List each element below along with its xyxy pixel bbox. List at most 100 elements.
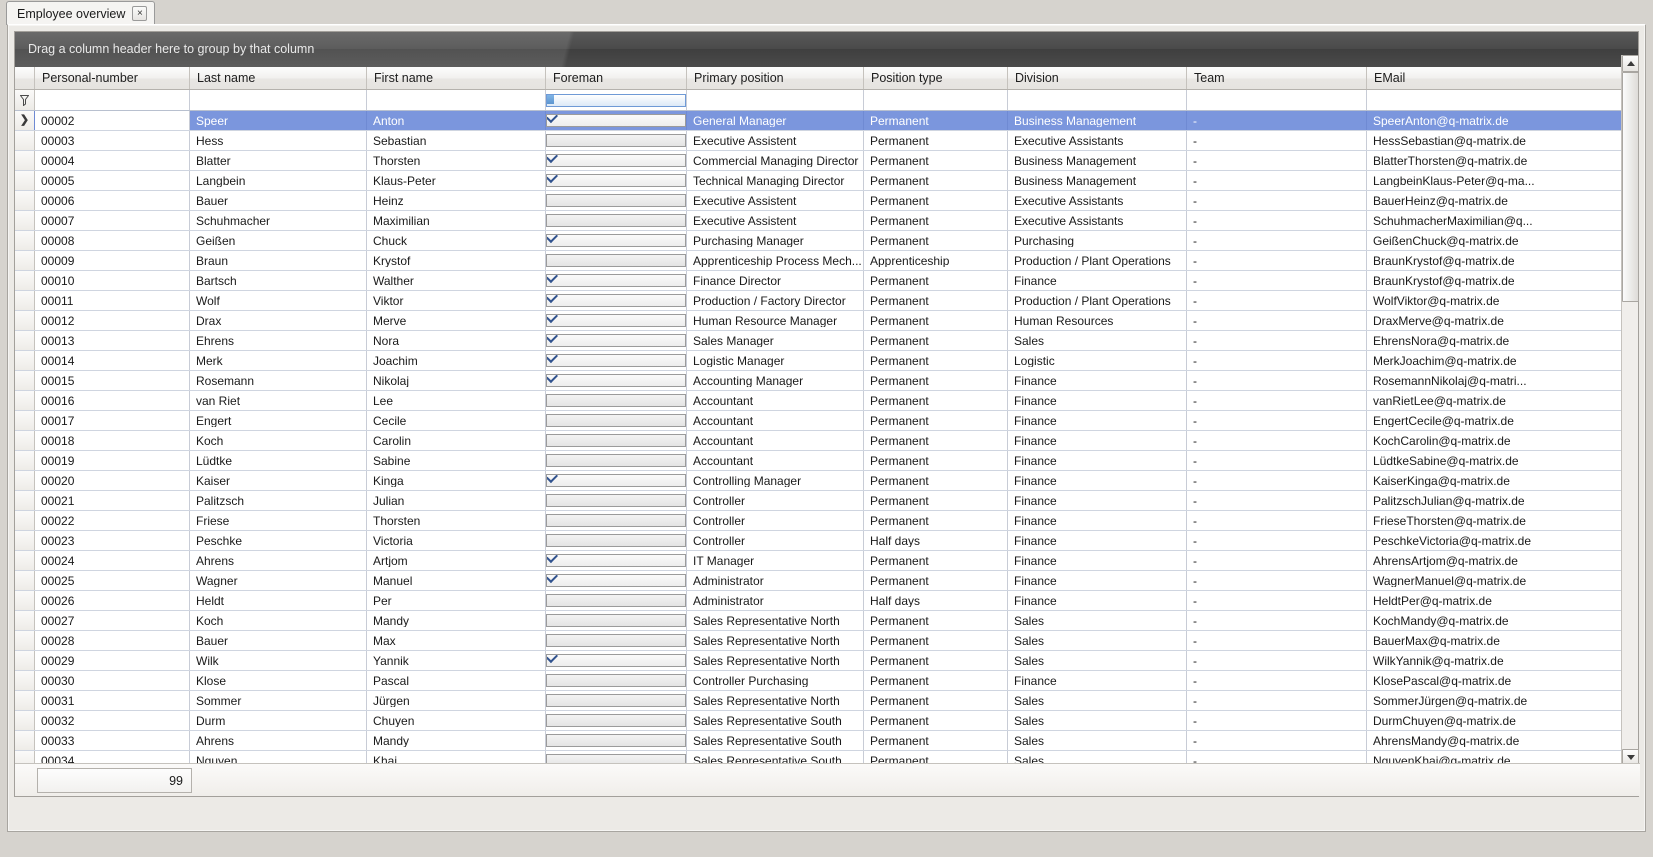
cell-first-name[interactable]: Maximilian: [367, 211, 546, 230]
cell-team[interactable]: -: [1187, 331, 1367, 350]
cell-foreman[interactable]: [546, 551, 687, 570]
cell-primary-position[interactable]: Sales Representative North: [687, 691, 864, 710]
cell-first-name[interactable]: Cecile: [367, 411, 546, 430]
cell-last-name[interactable]: Bauer: [190, 631, 367, 650]
row-indicator-cell[interactable]: [15, 611, 35, 630]
cell-first-name[interactable]: Krystof: [367, 251, 546, 270]
cell-personal-number[interactable]: 00003: [35, 131, 190, 150]
row-indicator-cell[interactable]: [15, 191, 35, 210]
checkbox-checked-icon[interactable]: [546, 234, 686, 247]
checkbox-unchecked-icon[interactable]: [546, 594, 686, 607]
cell-division[interactable]: Finance: [1008, 511, 1187, 530]
cell-email[interactable]: KochCarolin@q-matrix.de: [1367, 431, 1622, 450]
cell-last-name[interactable]: Sommer: [190, 691, 367, 710]
cell-team[interactable]: -: [1187, 391, 1367, 410]
cell-division[interactable]: Sales: [1008, 651, 1187, 670]
checkbox-unchecked-icon[interactable]: [546, 674, 686, 687]
cell-team[interactable]: -: [1187, 711, 1367, 730]
checkbox-indeterminate-icon[interactable]: [546, 94, 686, 107]
cell-last-name[interactable]: Speer: [190, 111, 367, 130]
cell-foreman[interactable]: [546, 111, 687, 130]
checkbox-unchecked-icon[interactable]: [546, 214, 686, 227]
cell-last-name[interactable]: Koch: [190, 611, 367, 630]
cell-position-type[interactable]: Permanent: [864, 131, 1008, 150]
cell-position-type[interactable]: Permanent: [864, 631, 1008, 650]
cell-foreman[interactable]: [546, 211, 687, 230]
cell-team[interactable]: -: [1187, 251, 1367, 270]
cell-team[interactable]: -: [1187, 451, 1367, 470]
cell-email[interactable]: BraunKrystof@q-matrix.de: [1367, 271, 1622, 290]
cell-division[interactable]: Finance: [1008, 371, 1187, 390]
cell-primary-position[interactable]: Purchasing Manager: [687, 231, 864, 250]
cell-last-name[interactable]: Heldt: [190, 591, 367, 610]
cell-primary-position[interactable]: Finance Director: [687, 271, 864, 290]
cell-last-name[interactable]: Palitzsch: [190, 491, 367, 510]
row-indicator-cell[interactable]: [15, 351, 35, 370]
cell-first-name[interactable]: Nikolaj: [367, 371, 546, 390]
checkbox-checked-icon[interactable]: [546, 314, 686, 327]
table-row[interactable]: 00007SchuhmacherMaximilianExecutive Assi…: [15, 211, 1622, 231]
cell-division[interactable]: Executive Assistants: [1008, 131, 1187, 150]
cell-foreman[interactable]: [546, 671, 687, 690]
cell-foreman[interactable]: [546, 491, 687, 510]
cell-foreman[interactable]: [546, 631, 687, 650]
cell-first-name[interactable]: Victoria: [367, 531, 546, 550]
table-row[interactable]: 00004BlatterThorstenCommercial Managing …: [15, 151, 1622, 171]
cell-position-type[interactable]: Apprenticeship: [864, 251, 1008, 270]
row-indicator-cell[interactable]: [15, 731, 35, 750]
cell-first-name[interactable]: Sebastian: [367, 131, 546, 150]
tab-employee-overview[interactable]: Employee overview ×: [6, 1, 155, 25]
row-indicator-cell[interactable]: [15, 271, 35, 290]
cell-email[interactable]: EngertCecile@q-matrix.de: [1367, 411, 1622, 430]
cell-personal-number[interactable]: 00032: [35, 711, 190, 730]
cell-last-name[interactable]: Peschke: [190, 531, 367, 550]
cell-team[interactable]: -: [1187, 131, 1367, 150]
row-indicator-cell[interactable]: [15, 391, 35, 410]
cell-primary-position[interactable]: Executive Assistent: [687, 211, 864, 230]
cell-division[interactable]: Sales: [1008, 631, 1187, 650]
cell-email[interactable]: WagnerManuel@q-matrix.de: [1367, 571, 1622, 590]
cell-last-name[interactable]: Schuhmacher: [190, 211, 367, 230]
cell-division[interactable]: Finance: [1008, 671, 1187, 690]
cell-email[interactable]: PalitzschJulian@q-matrix.de: [1367, 491, 1622, 510]
cell-primary-position[interactable]: Executive Assistent: [687, 191, 864, 210]
cell-position-type[interactable]: Permanent: [864, 231, 1008, 250]
filter-input-personal-number[interactable]: [35, 90, 190, 110]
cell-position-type[interactable]: Permanent: [864, 291, 1008, 310]
cell-personal-number[interactable]: 00010: [35, 271, 190, 290]
cell-position-type[interactable]: Permanent: [864, 491, 1008, 510]
cell-last-name[interactable]: Klose: [190, 671, 367, 690]
cell-primary-position[interactable]: General Manager: [687, 111, 864, 130]
cell-email[interactable]: WilkYannik@q-matrix.de: [1367, 651, 1622, 670]
row-indicator-cell[interactable]: [15, 311, 35, 330]
cell-primary-position[interactable]: Controller: [687, 491, 864, 510]
cell-foreman[interactable]: [546, 311, 687, 330]
cell-first-name[interactable]: Klaus-Peter: [367, 171, 546, 190]
cell-primary-position[interactable]: Accountant: [687, 431, 864, 450]
cell-foreman[interactable]: [546, 711, 687, 730]
cell-division[interactable]: Human Resources: [1008, 311, 1187, 330]
checkbox-unchecked-icon[interactable]: [546, 694, 686, 707]
cell-primary-position[interactable]: Administrator: [687, 591, 864, 610]
row-indicator-cell[interactable]: [15, 711, 35, 730]
cell-division[interactable]: Finance: [1008, 591, 1187, 610]
cell-foreman[interactable]: [546, 731, 687, 750]
cell-division[interactable]: Production / Plant Operations: [1008, 291, 1187, 310]
cell-primary-position[interactable]: Human Resource Manager: [687, 311, 864, 330]
cell-email[interactable]: KaiserKinga@q-matrix.de: [1367, 471, 1622, 490]
table-row[interactable]: ❯00002SpeerAntonGeneral ManagerPermanent…: [15, 111, 1622, 131]
cell-last-name[interactable]: Friese: [190, 511, 367, 530]
cell-team[interactable]: -: [1187, 111, 1367, 130]
column-header-foreman[interactable]: Foreman: [546, 67, 687, 89]
table-row[interactable]: 00032DurmChuyenSales Representative Sout…: [15, 711, 1622, 731]
cell-first-name[interactable]: Merve: [367, 311, 546, 330]
cell-personal-number[interactable]: 00018: [35, 431, 190, 450]
cell-team[interactable]: -: [1187, 651, 1367, 670]
cell-personal-number[interactable]: 00021: [35, 491, 190, 510]
cell-position-type[interactable]: Permanent: [864, 191, 1008, 210]
cell-primary-position[interactable]: IT Manager: [687, 551, 864, 570]
cell-foreman[interactable]: [546, 571, 687, 590]
cell-position-type[interactable]: Permanent: [864, 171, 1008, 190]
cell-division[interactable]: Finance: [1008, 531, 1187, 550]
cell-last-name[interactable]: Merk: [190, 351, 367, 370]
